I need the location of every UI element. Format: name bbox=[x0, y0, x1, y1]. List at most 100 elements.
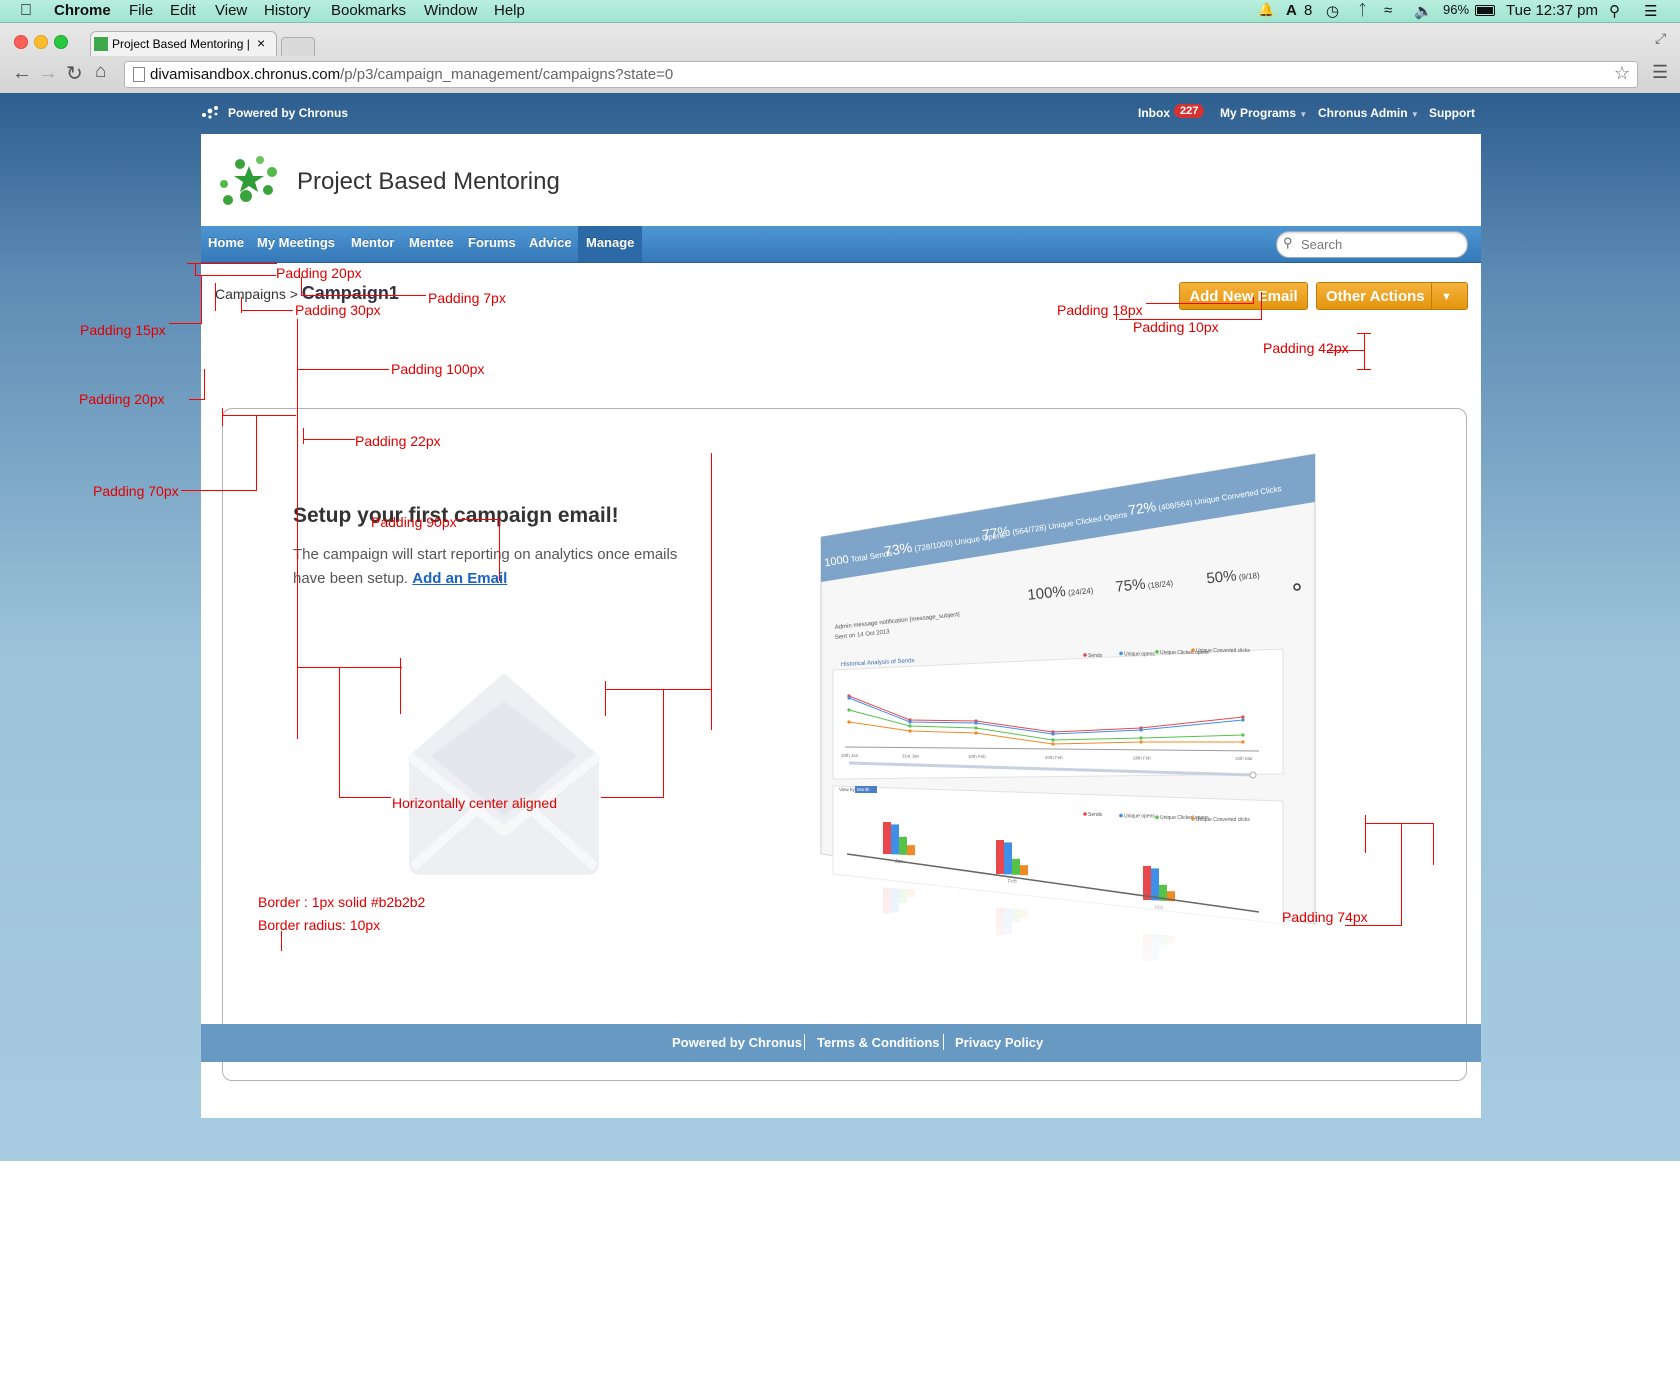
preview-bar bbox=[1004, 842, 1012, 875]
preview-line-x-label: 28th Feb bbox=[1133, 755, 1151, 760]
volume-icon[interactable]: 🔈 bbox=[1414, 2, 1433, 20]
preview-bar bbox=[883, 822, 891, 854]
preview-bar bbox=[1012, 858, 1020, 875]
menu-view[interactable]: View bbox=[215, 2, 247, 19]
menu-bookmarks[interactable]: Bookmarks bbox=[331, 2, 406, 19]
zoom-window-button[interactable] bbox=[54, 35, 68, 49]
preview-line-point bbox=[974, 721, 978, 725]
nav-forums[interactable]: Forums bbox=[468, 226, 516, 262]
nav-manage[interactable]: Manage bbox=[578, 226, 643, 262]
add-new-email-button[interactable]: Add New Email bbox=[1179, 282, 1308, 310]
measure-line bbox=[605, 681, 606, 716]
measure-line bbox=[457, 519, 500, 520]
bookmark-star-icon[interactable]: ☆ bbox=[1614, 63, 1630, 84]
new-tab-button[interactable] bbox=[281, 37, 315, 56]
menu-help[interactable]: Help bbox=[494, 2, 525, 19]
annotation-padding-15: Padding 15px bbox=[80, 322, 166, 338]
preview-view-by-value: Month bbox=[857, 787, 870, 792]
annotation-padding-74: Padding 74px bbox=[1282, 909, 1368, 925]
back-icon[interactable]: ← bbox=[12, 62, 32, 85]
measure-line bbox=[215, 283, 216, 311]
search-field[interactable]: ⚲ Search bbox=[1276, 231, 1468, 258]
campaign-panel: Setup your first campaign email! The cam… bbox=[222, 408, 1467, 1081]
measure-line bbox=[1365, 815, 1366, 853]
measure-line bbox=[222, 415, 296, 416]
footer-powered-link[interactable]: Powered by Chronus bbox=[672, 1035, 802, 1050]
measure-line bbox=[222, 408, 223, 426]
time-machine-icon[interactable]: ◷ bbox=[1326, 2, 1339, 20]
browser-tab[interactable]: Project Based Mentoring | × bbox=[90, 31, 277, 56]
annotation-padding-100: Padding 100px bbox=[391, 361, 485, 377]
chronus-logo-icon bbox=[201, 105, 219, 119]
annotation-padding-22: Padding 22px bbox=[355, 433, 441, 449]
nav-mentor[interactable]: Mentor bbox=[351, 226, 394, 262]
footer-divider bbox=[804, 1034, 805, 1050]
program-logo[interactable] bbox=[216, 152, 280, 208]
measure-line bbox=[301, 295, 426, 296]
measure-line bbox=[1119, 319, 1262, 320]
other-actions-button[interactable]: Other Actions ▼ bbox=[1316, 282, 1468, 310]
menu-edit[interactable]: Edit bbox=[170, 2, 196, 19]
menu-history[interactable]: History bbox=[264, 2, 311, 19]
preview-line-x-label: 10th Feb bbox=[968, 754, 986, 759]
battery-percent: 96% bbox=[1443, 2, 1470, 17]
add-email-link[interactable]: Add an Email bbox=[412, 570, 507, 587]
address-bar[interactable]: divamisandbox.chronus.com/p/p3/campaign_… bbox=[124, 61, 1638, 88]
measure-line bbox=[303, 428, 304, 444]
preview-legend-label: Unique opens bbox=[1124, 651, 1155, 657]
menu-window[interactable]: Window bbox=[424, 2, 477, 19]
preview-legend-label: Sends bbox=[1088, 653, 1103, 659]
tab-title: Project Based Mentoring | bbox=[112, 37, 250, 51]
fullscreen-icon[interactable]: ⤢ bbox=[1655, 30, 1666, 47]
inbox-link[interactable]: Inbox bbox=[1138, 106, 1170, 120]
chrome-menu-icon[interactable]: ☰ bbox=[1652, 62, 1668, 83]
notification-center-icon[interactable]: ☰ bbox=[1644, 2, 1657, 20]
measure-line bbox=[297, 369, 389, 370]
measure-line bbox=[663, 689, 664, 797]
nav-home[interactable]: Home bbox=[207, 226, 245, 262]
nav-my-meetings[interactable]: My Meetings bbox=[257, 226, 335, 262]
my-programs-dropdown[interactable]: My Programs ▼ bbox=[1220, 106, 1307, 120]
powered-by-link[interactable]: Powered by Chronus bbox=[228, 106, 348, 120]
preview-bar bbox=[907, 845, 915, 856]
footer-privacy-link[interactable]: Privacy Policy bbox=[955, 1035, 1043, 1050]
measure-line bbox=[1345, 925, 1402, 926]
url-path: /p/p3/campaign_management/campaigns?stat… bbox=[340, 66, 674, 83]
preview-legend-dot bbox=[1155, 650, 1159, 654]
minimize-window-button[interactable] bbox=[34, 35, 48, 49]
spotlight-icon[interactable]: ⚲ bbox=[1609, 2, 1620, 20]
measure-line bbox=[1146, 303, 1253, 304]
nav-mentee[interactable]: Mentee bbox=[409, 226, 454, 262]
forward-icon[interactable]: → bbox=[38, 62, 58, 85]
preview-legend-dot bbox=[1191, 817, 1195, 821]
tab-close-icon[interactable]: × bbox=[257, 35, 265, 51]
breadcrumb-campaigns-link[interactable]: Campaigns bbox=[215, 286, 286, 302]
apple-icon[interactable]:  bbox=[20, 2, 32, 20]
notification-icon[interactable]: 🔔 bbox=[1258, 2, 1274, 18]
admin-dropdown[interactable]: Chronus Admin ▼ bbox=[1318, 106, 1419, 120]
home-icon[interactable]: ⌂ bbox=[95, 61, 106, 83]
wifi-icon[interactable]: ≈ bbox=[1384, 2, 1392, 19]
main-nav: Home My Meetings Mentor Mentee Forums Ad… bbox=[201, 226, 1481, 263]
support-link[interactable]: Support bbox=[1429, 106, 1475, 120]
adobe-icon[interactable]: A bbox=[1286, 2, 1297, 19]
menu-file[interactable]: File bbox=[129, 2, 153, 19]
inbox-count-badge: 227 bbox=[1174, 104, 1205, 118]
annotation-padding-18: Padding 18px bbox=[1057, 302, 1143, 318]
measure-line bbox=[1116, 313, 1117, 320]
clock[interactable]: Tue 12:37 pm bbox=[1506, 2, 1598, 19]
reload-icon[interactable]: ↻ bbox=[66, 61, 83, 86]
app-menu[interactable]: Chrome bbox=[54, 2, 111, 19]
footer-terms-link[interactable]: Terms & Conditions bbox=[817, 1035, 940, 1050]
chevron-down-icon: ▼ bbox=[1410, 110, 1419, 119]
preview-bar bbox=[899, 836, 907, 855]
bluetooth-icon[interactable]: ᛏ bbox=[1358, 2, 1367, 19]
annotation-border: Border : 1px solid #b2b2b2 bbox=[258, 894, 426, 910]
battery-icon[interactable] bbox=[1475, 5, 1495, 16]
preview-bar bbox=[1143, 866, 1151, 900]
search-input[interactable]: Search bbox=[1301, 237, 1342, 252]
measure-line bbox=[281, 931, 282, 951]
close-window-button[interactable] bbox=[14, 35, 28, 49]
annotation-center-aligned: Horizontally center aligned bbox=[392, 795, 557, 811]
nav-advice[interactable]: Advice bbox=[529, 226, 572, 262]
